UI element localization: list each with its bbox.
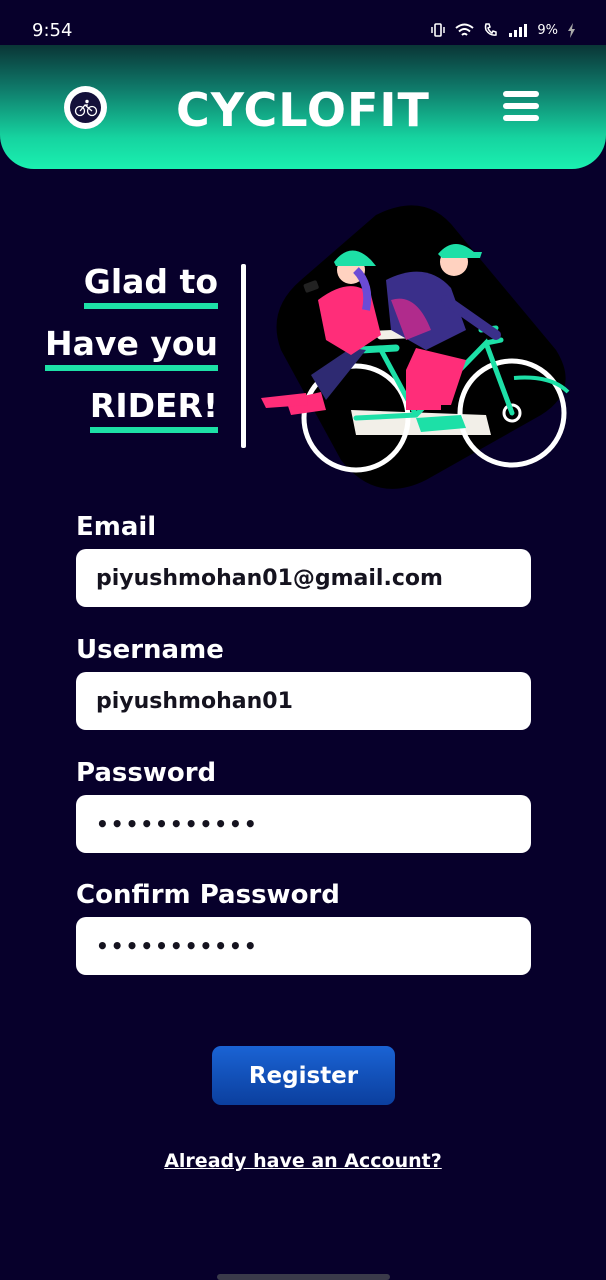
home-indicator[interactable]: [217, 1274, 390, 1280]
wifi-icon: [455, 23, 475, 38]
greeting-divider: [241, 264, 246, 448]
greeting-line-1: Glad to: [30, 262, 218, 324]
greeting-line-3: RIDER!: [30, 386, 218, 448]
confirm-password-label: Confirm Password: [76, 880, 340, 910]
battery-charging-icon: [567, 22, 576, 38]
couple-riding-bicycle-illustration: [256, 200, 576, 495]
signal-icon: [508, 23, 528, 37]
status-icons: 9%: [430, 22, 576, 38]
password-field[interactable]: [76, 795, 531, 853]
greeting: Glad to Have you RIDER!: [30, 262, 218, 448]
vibrate-icon: [430, 22, 446, 38]
username-label: Username: [76, 635, 224, 665]
username-field[interactable]: [76, 672, 531, 730]
register-button[interactable]: Register: [212, 1046, 395, 1105]
status-time: 9:54: [32, 20, 73, 41]
confirm-password-field[interactable]: [76, 917, 531, 975]
email-field[interactable]: [76, 549, 531, 607]
email-label: Email: [76, 512, 157, 542]
battery-level: 9%: [537, 22, 558, 38]
wifi-call-icon: [483, 22, 499, 38]
greeting-line-2: Have you: [30, 324, 218, 386]
hamburger-menu-icon[interactable]: [503, 91, 541, 123]
already-have-account-link[interactable]: Already have an Account?: [0, 1150, 606, 1172]
app-header: CYCLOFIT: [0, 45, 606, 169]
password-label: Password: [76, 758, 217, 788]
